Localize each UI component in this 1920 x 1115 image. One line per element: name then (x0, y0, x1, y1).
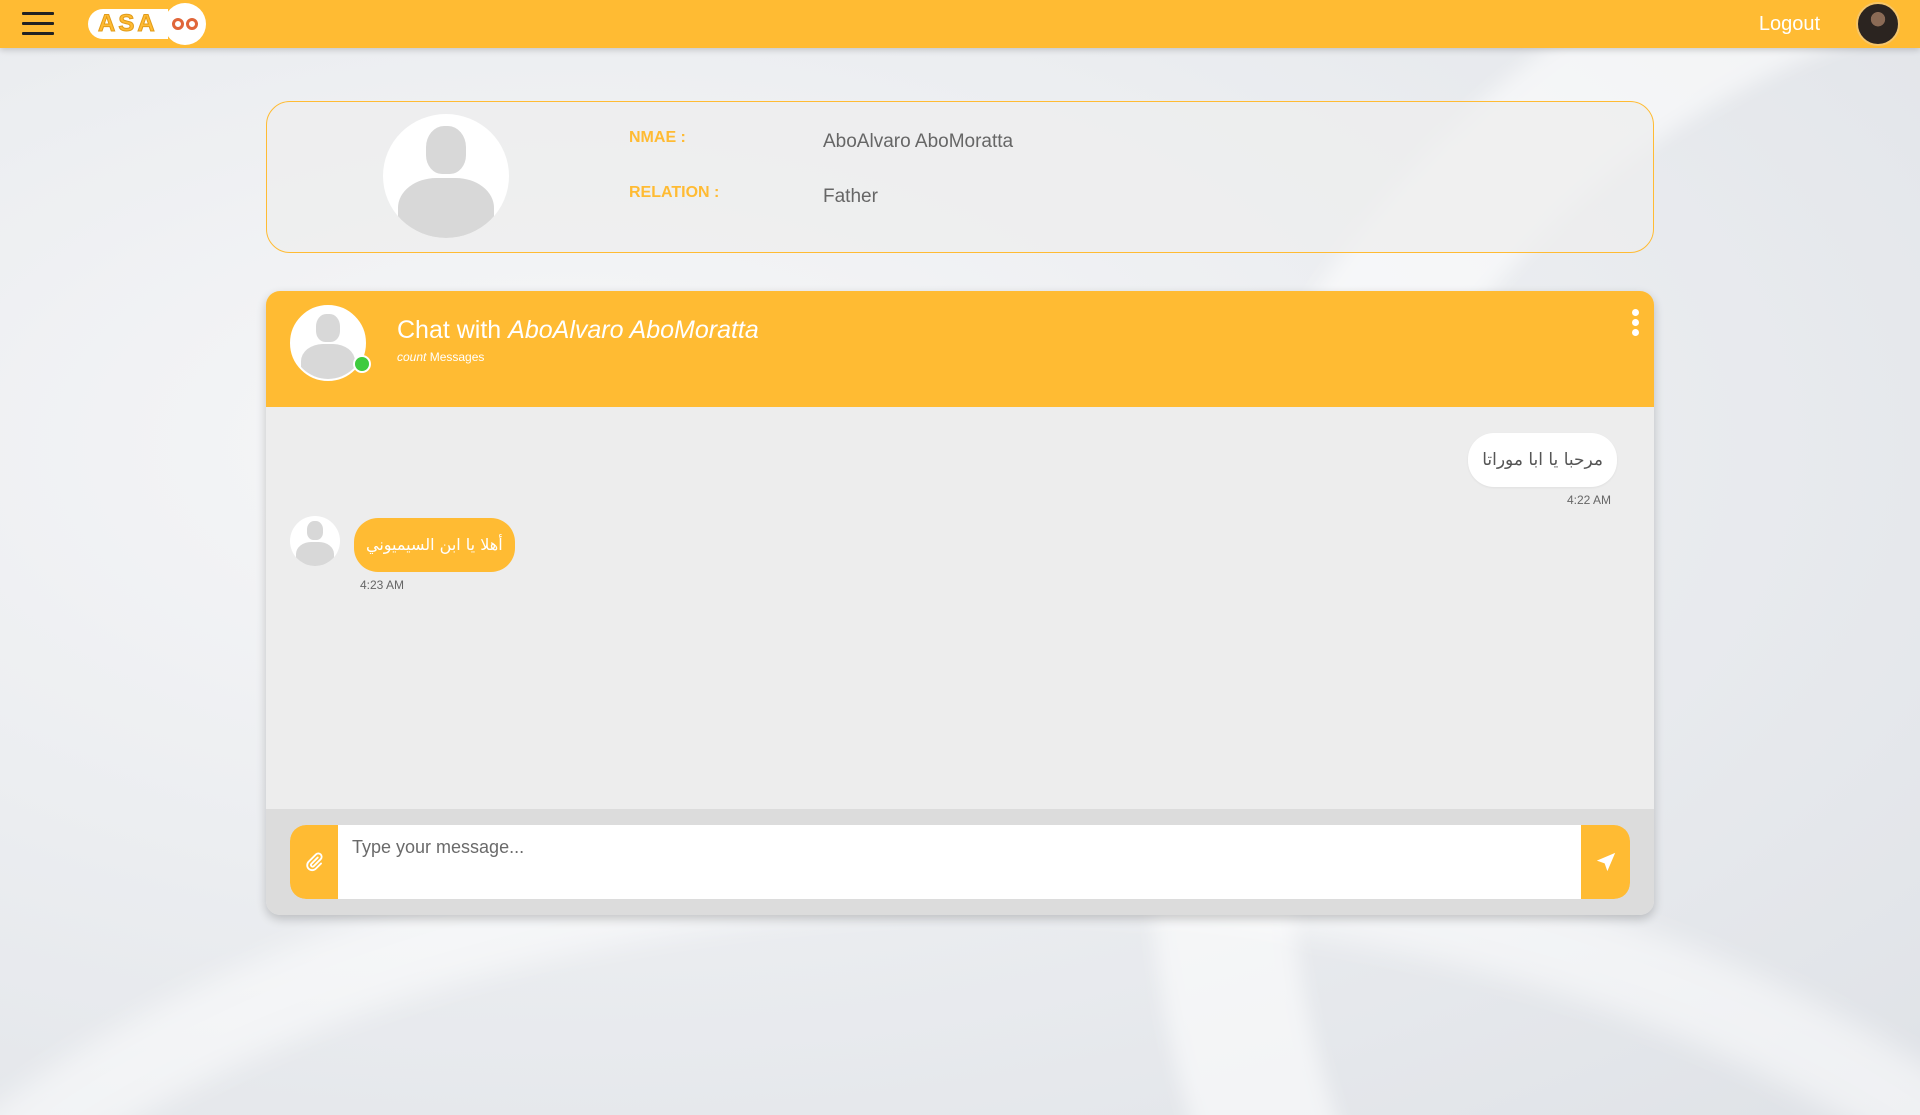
chat-contact-name: AboAlvaro AboMoratta (508, 316, 759, 344)
message-count-label: Messages (429, 350, 485, 364)
more-vertical-icon[interactable] (1630, 309, 1640, 337)
owl-logo-icon (163, 3, 206, 45)
logout-link[interactable]: Logout (1759, 13, 1820, 36)
message-count-value: count (397, 350, 427, 364)
user-silhouette-icon (290, 516, 340, 566)
name-label: NMAE : (629, 129, 686, 146)
send-icon (1596, 852, 1615, 872)
message-input-group (290, 825, 1630, 899)
relation-value: Father (823, 186, 878, 207)
top-bar: ASA Logout (0, 0, 1920, 48)
relation-label: RELATION : (629, 184, 720, 201)
profile-avatar (383, 114, 509, 238)
paperclip-icon (306, 852, 323, 872)
chat-panel: Chat with AboAlvaro AboMoratta count Mes… (266, 291, 1654, 915)
send-button[interactable] (1581, 825, 1630, 899)
outgoing-message: مرحبا يا ابا موراتا (1468, 433, 1617, 487)
user-silhouette-icon (383, 114, 509, 238)
message-timestamp: 4:23 AM (360, 578, 405, 592)
chat-composer (266, 809, 1654, 915)
profile-card: NMAE : AboAlvaro AboMoratta RELATION : F… (266, 101, 1654, 253)
online-status-indicator (353, 355, 371, 373)
logo-text: ASA (88, 9, 168, 39)
chat-title: Chat with AboAlvaro AboMoratta (397, 316, 759, 345)
attach-button[interactable] (290, 825, 338, 899)
menu-icon[interactable] (22, 12, 54, 36)
chat-header: Chat with AboAlvaro AboMoratta count Mes… (266, 291, 1654, 407)
name-value: AboAlvaro AboMoratta (823, 131, 1014, 152)
user-avatar[interactable] (1856, 2, 1900, 46)
message-input[interactable] (338, 825, 1581, 899)
chat-title-prefix: Chat with (397, 316, 502, 344)
message-count: count Messages (397, 350, 484, 364)
app-logo[interactable]: ASA (88, 3, 218, 45)
message-timestamp: 4:22 AM (1566, 493, 1611, 507)
incoming-message: أهلا يا ابن السيميوني (354, 518, 515, 572)
sender-avatar (290, 516, 340, 566)
